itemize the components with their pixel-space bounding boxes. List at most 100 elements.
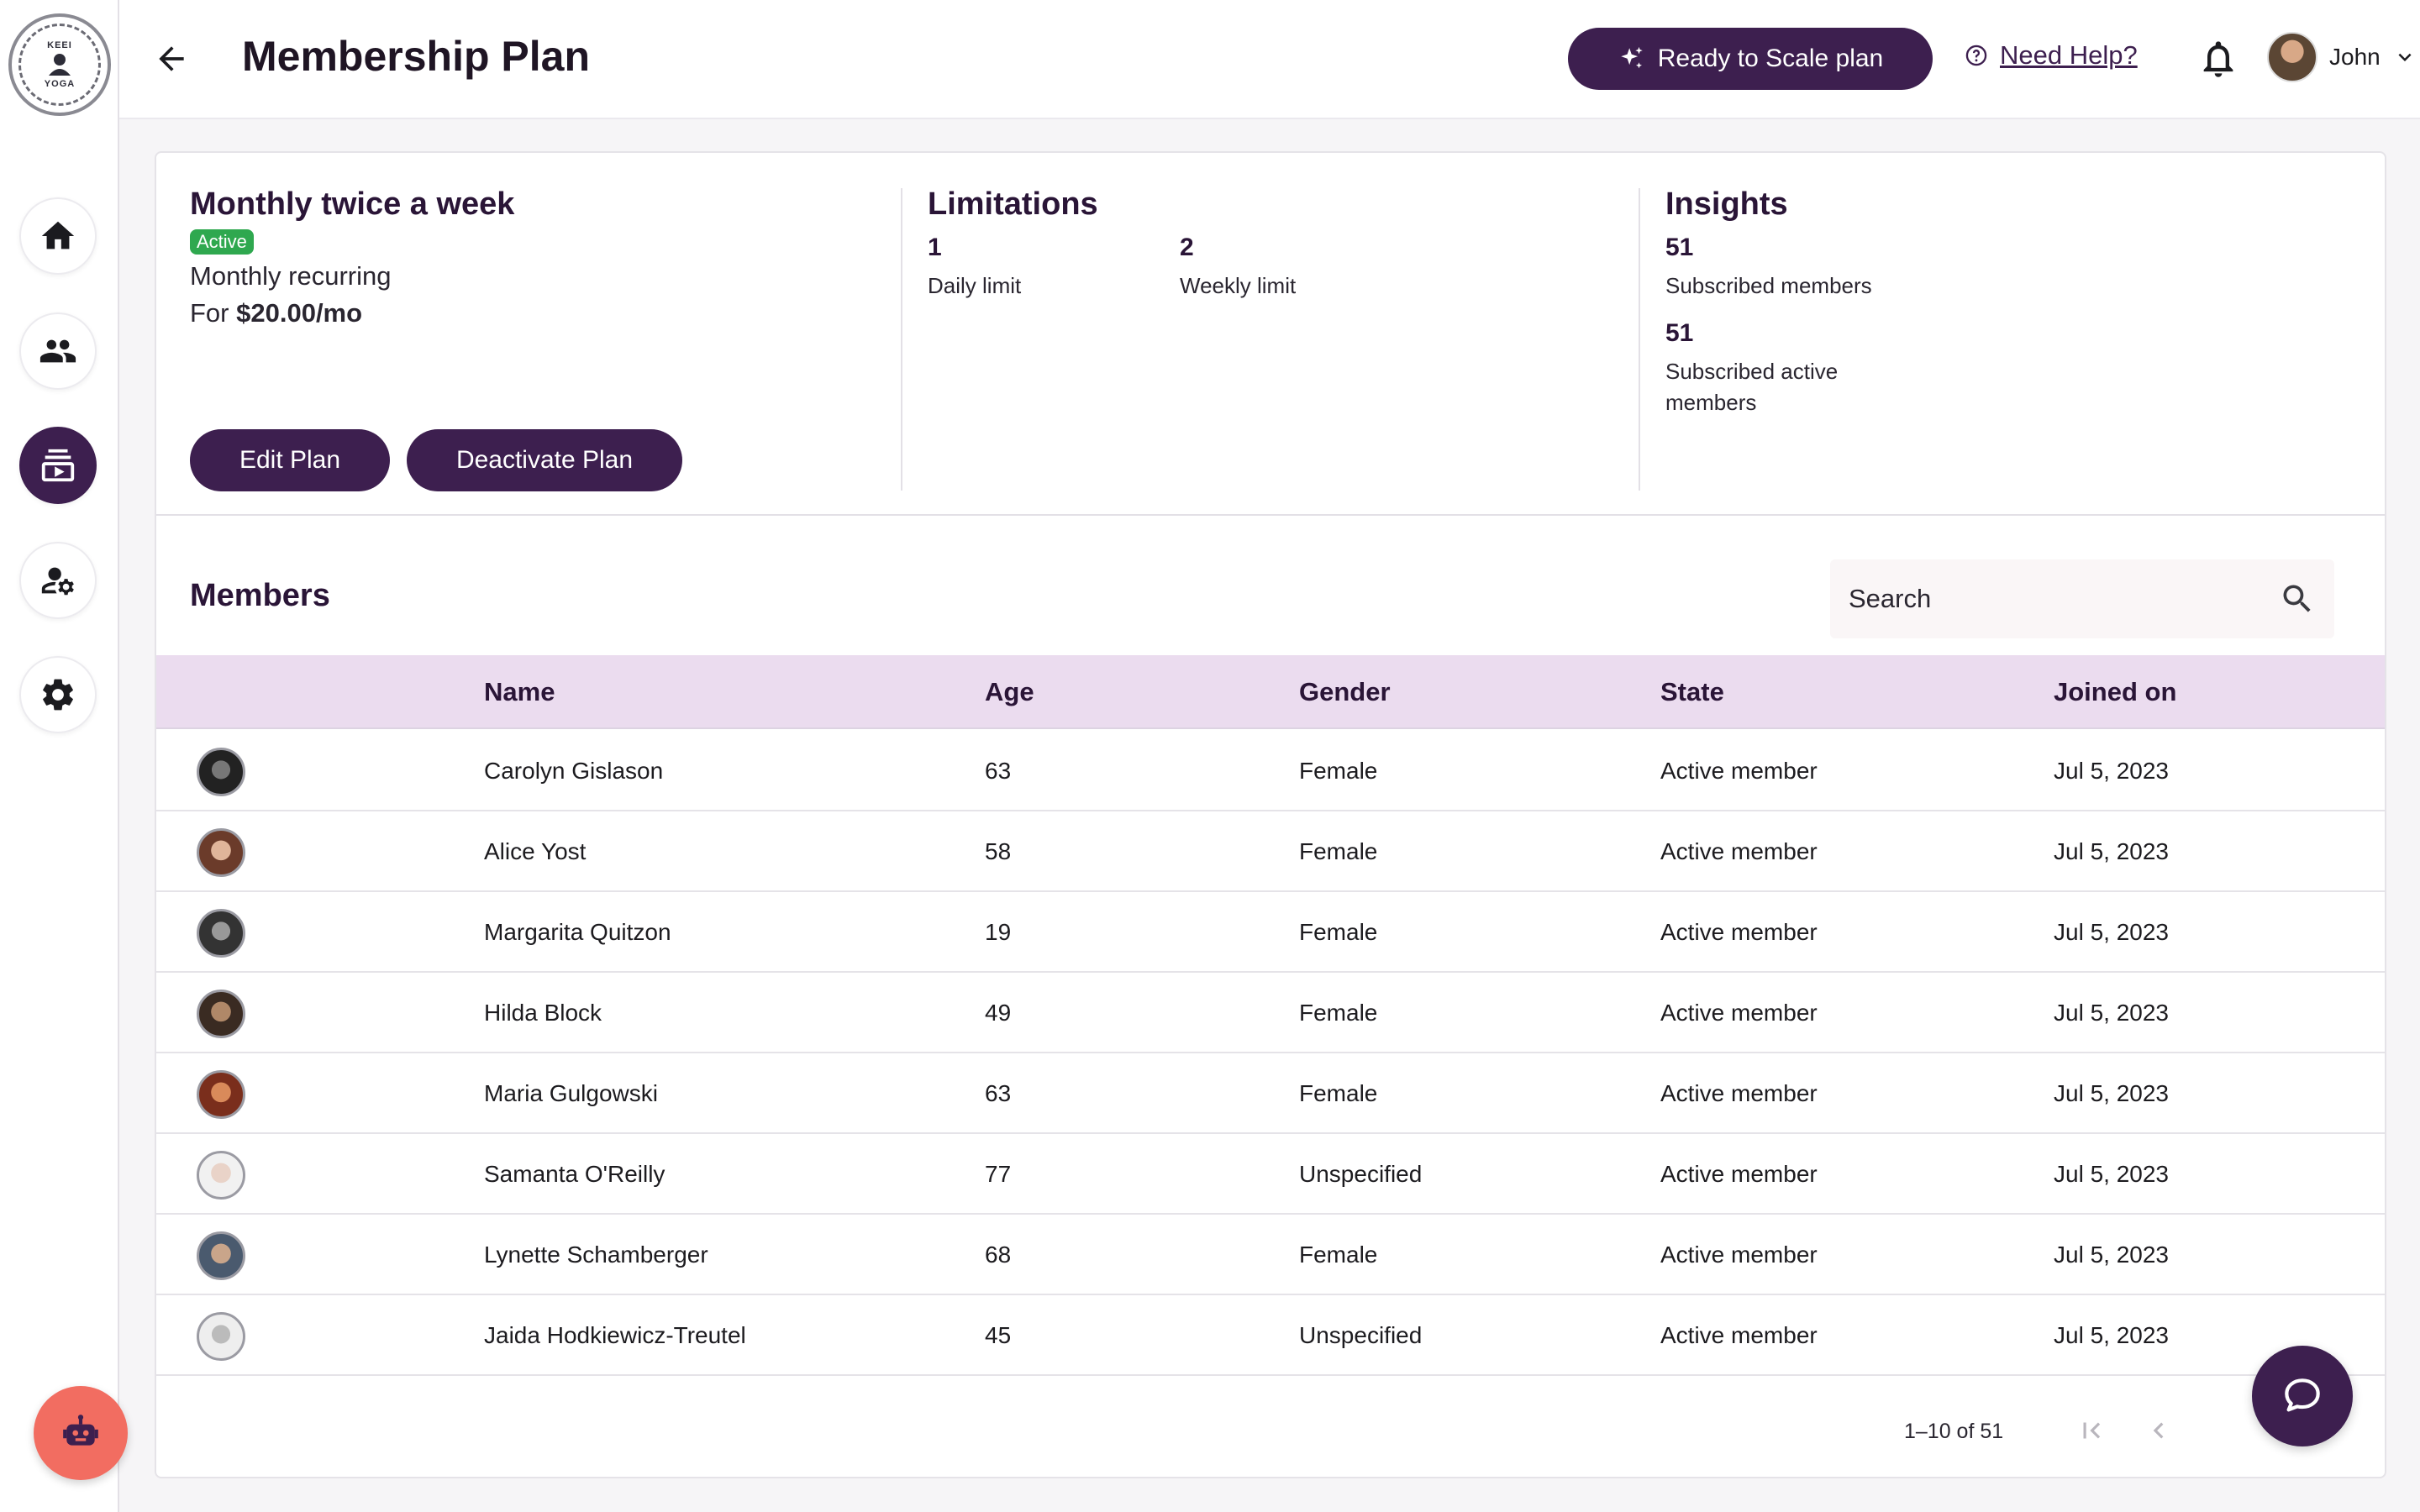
deactivate-plan-label: Deactivate Plan xyxy=(455,446,634,474)
daily-limit-value: 1 xyxy=(928,234,942,261)
member-joined: Jul 5, 2023 xyxy=(2054,758,2169,784)
member-age: 68 xyxy=(985,1242,1012,1268)
logo-emblem: KEEI YOGA xyxy=(18,24,101,106)
member-name: Alice Yost xyxy=(484,838,587,864)
member-joined: Jul 5, 2023 xyxy=(2054,1080,2169,1106)
member-state: Active member xyxy=(1660,1322,1818,1348)
logo-text: YOGA xyxy=(44,79,76,89)
ready-to-scale-button[interactable]: Ready to Scale plan xyxy=(1568,28,1933,90)
member-gender: Unspecified xyxy=(1299,1161,1423,1187)
member-age: 19 xyxy=(985,919,1012,945)
member-name: Lynette Schamberger xyxy=(484,1242,708,1268)
column-age[interactable]: Age xyxy=(985,677,1034,707)
plan-billing: Monthly recurring xyxy=(190,261,392,291)
column-state[interactable]: State xyxy=(1660,677,1724,707)
member-age: 63 xyxy=(985,1080,1012,1106)
member-name: Jaida Hodkiewicz-Treutel xyxy=(484,1322,746,1348)
member-gender: Unspecified xyxy=(1299,1322,1423,1348)
deactivate-plan-button[interactable]: Deactivate Plan xyxy=(407,429,682,491)
member-avatar xyxy=(197,748,245,796)
page-title: Membership Plan xyxy=(242,33,590,80)
yogi-icon xyxy=(49,54,71,76)
chat-support-button[interactable] xyxy=(2252,1346,2353,1446)
sidebar: KEEI YOGA xyxy=(0,0,119,1512)
arrow-back-icon xyxy=(159,46,184,71)
subscribed-members-label: Subscribed members xyxy=(1665,273,1872,298)
member-avatar xyxy=(197,1151,245,1200)
member-avatar xyxy=(197,1231,245,1280)
nav-plans[interactable] xyxy=(19,427,97,504)
back-button[interactable] xyxy=(146,34,197,84)
search-input[interactable] xyxy=(1849,584,2279,614)
plan-price-line: For $20.00/mo xyxy=(190,298,514,328)
nav-members[interactable] xyxy=(19,312,97,390)
chat-bubble-icon xyxy=(2285,1378,2320,1412)
member-name: Margarita Quitzon xyxy=(484,919,671,945)
column-joined-on[interactable]: Joined on xyxy=(2054,677,2176,707)
limitations-title: Limitations xyxy=(928,186,1098,222)
member-age: 45 xyxy=(985,1322,1012,1348)
table-row[interactable]: Lynette Schamberger 68 Female Active mem… xyxy=(156,1215,2385,1295)
column-gender[interactable]: Gender xyxy=(1299,677,1391,707)
nav-staff[interactable] xyxy=(19,542,97,619)
previous-page-button[interactable] xyxy=(2139,1411,2178,1450)
member-age: 63 xyxy=(985,758,1012,784)
user-avatar xyxy=(2267,32,2317,82)
table-row[interactable]: Samanta O'Reilly 77 Unspecified Active m… xyxy=(156,1134,2385,1215)
assistant-bot-button[interactable] xyxy=(34,1386,128,1480)
subscribed-active-label-2: members xyxy=(1665,390,1757,415)
table-header: Name Age Gender State Joined on xyxy=(156,655,2385,729)
subscribed-active-label-1: Subscribed active xyxy=(1665,359,1839,384)
nav-home[interactable] xyxy=(19,197,97,275)
home-icon xyxy=(41,221,75,249)
member-avatar xyxy=(197,1070,245,1119)
table-row[interactable]: Alice Yost 58 Female Active member Jul 5… xyxy=(156,811,2385,892)
sparkle-icon xyxy=(1620,46,1643,69)
table-row[interactable]: Carolyn Gislason 63 Female Active member… xyxy=(156,731,2385,811)
member-joined: Jul 5, 2023 xyxy=(2054,919,2169,945)
table-row[interactable]: Maria Gulgowski 63 Female Active member … xyxy=(156,1053,2385,1134)
member-gender: Female xyxy=(1299,1000,1378,1026)
member-search[interactable] xyxy=(1830,559,2334,638)
divider xyxy=(901,188,902,491)
member-avatar xyxy=(197,990,245,1038)
user-menu[interactable]: John xyxy=(2267,32,2417,82)
price-prefix: For xyxy=(190,298,229,328)
need-help-link[interactable]: Need Help? xyxy=(2000,40,2138,71)
nav-settings[interactable] xyxy=(19,656,97,733)
first-page-button[interactable] xyxy=(2072,1411,2111,1450)
weekly-limit-label: Weekly limit xyxy=(1180,273,1297,298)
weekly-limit-value: 2 xyxy=(1180,234,1194,261)
plan-name: Monthly twice a week xyxy=(190,186,515,222)
scale-button-label: Ready to Scale plan xyxy=(1657,45,1884,72)
first-page-icon xyxy=(2083,1422,2101,1439)
logo-top-text: KEEI xyxy=(47,40,72,50)
search-icon[interactable] xyxy=(2279,580,2316,617)
member-gender: Female xyxy=(1299,1080,1378,1106)
member-joined: Jul 5, 2023 xyxy=(2054,838,2169,864)
divider xyxy=(1639,188,1640,491)
table-row[interactable]: Margarita Quitzon 19 Female Active membe… xyxy=(156,892,2385,973)
member-state: Active member xyxy=(1660,1242,1818,1268)
pagination-range: 1–10 of 51 xyxy=(1904,1420,2004,1443)
member-avatar xyxy=(197,1312,245,1361)
subscribed-active-members: 51 Subscribed active members xyxy=(1665,319,1838,418)
edit-plan-button[interactable]: Edit Plan xyxy=(190,429,390,491)
bell-icon xyxy=(2203,41,2233,77)
subscriptions-icon xyxy=(41,449,75,482)
brand-logo[interactable]: KEEI YOGA xyxy=(8,13,111,116)
table-row[interactable]: Jaida Hodkiewicz-Treutel 45 Unspecified … xyxy=(156,1295,2385,1376)
notifications-button[interactable] xyxy=(2196,37,2240,81)
need-help[interactable]: Need Help? xyxy=(1965,40,2138,71)
member-name: Hilda Block xyxy=(484,1000,602,1026)
help-circle-icon xyxy=(1965,45,1987,66)
member-gender: Female xyxy=(1299,758,1378,784)
plan-details: Monthly twice a week Active Monthly recu… xyxy=(190,186,514,328)
column-name[interactable]: Name xyxy=(484,677,555,707)
table-row[interactable]: Hilda Block 49 Female Active member Jul … xyxy=(156,973,2385,1053)
chevron-left-icon xyxy=(2153,1422,2164,1439)
gear-icon xyxy=(43,679,73,711)
member-state: Active member xyxy=(1660,1161,1818,1187)
subscribed-members: 51 Subscribed members xyxy=(1665,234,1872,302)
member-name: Carolyn Gislason xyxy=(484,758,664,784)
